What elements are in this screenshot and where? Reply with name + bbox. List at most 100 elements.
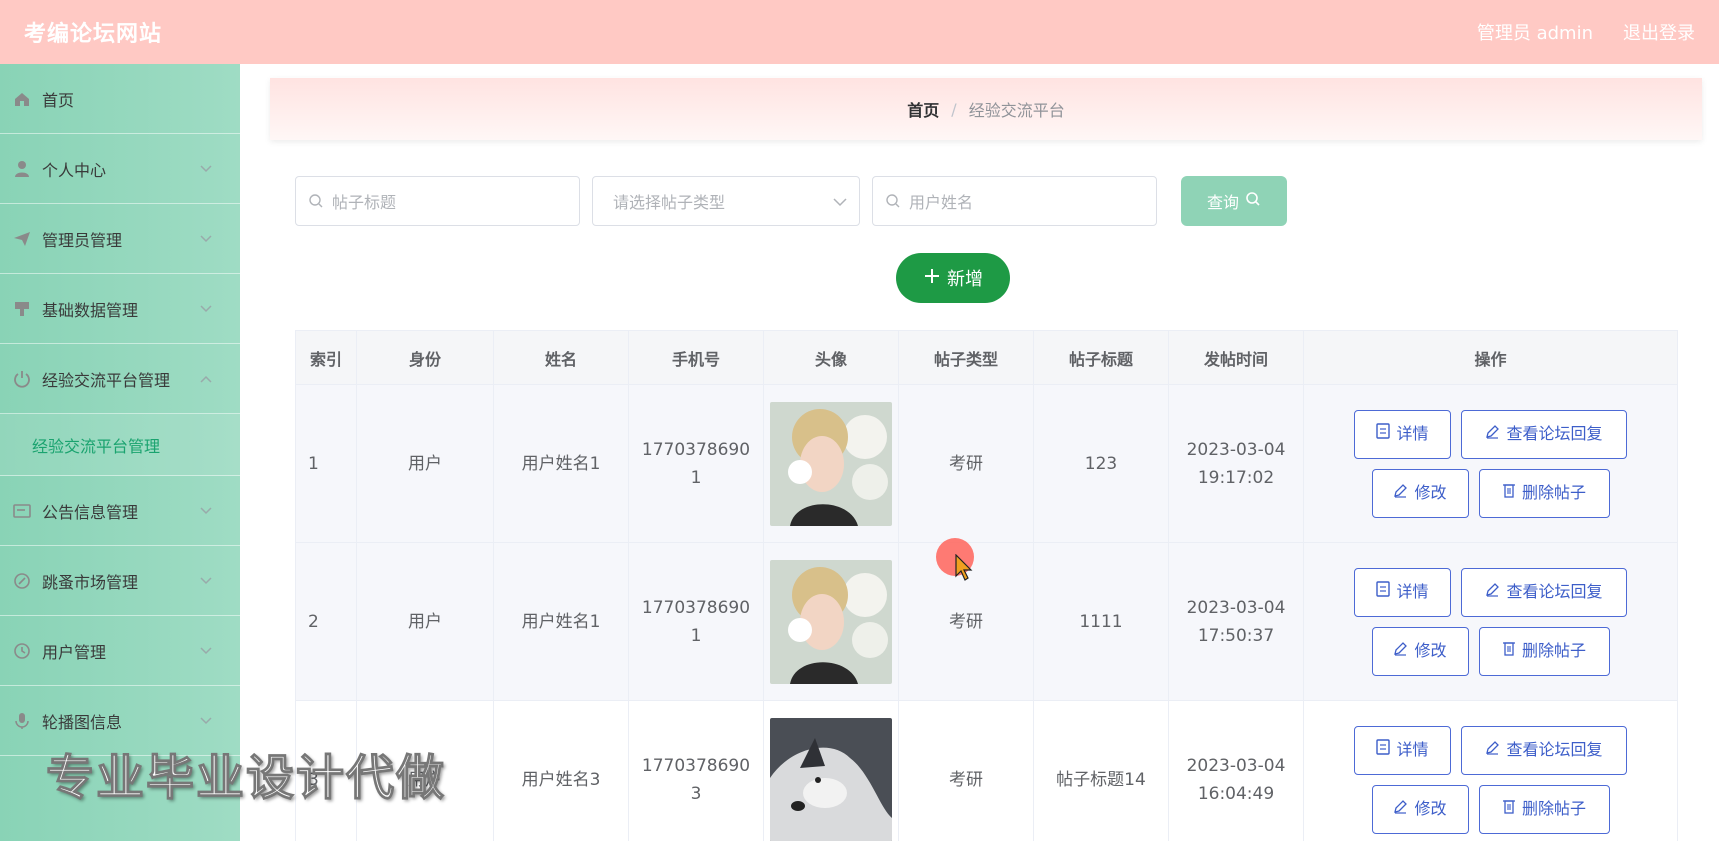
cell-title: 123 [1033,384,1169,543]
table-row: 1 用户 用户姓名1 1770378690 1 考研 123 2023-03-04… [295,384,1678,543]
date-text: 2023-03-04 [1186,755,1286,776]
col-header[interactable]: 身份 [356,330,494,385]
search-icon [885,193,901,209]
phone-line-2: 1 [690,467,702,488]
notice-icon [12,501,32,521]
chevron-down-icon [198,573,214,589]
col-header[interactable]: 手机号 [628,330,764,385]
edit-button[interactable]: 修改 [1371,626,1469,676]
post-type-select[interactable]: 请选择帖子类型 [592,176,860,226]
sidebar-subitem-label: 经验交流平台管理 [32,436,161,456]
logout-link[interactable]: 退出登录 [1623,19,1695,45]
sidebar-item-exchange[interactable]: 经验交流平台管理 [0,344,240,414]
table-row: 3 用户 用户姓名3 1770378690 3 考研 帖子标题14 2023-03… [295,700,1678,841]
post-title-search-input[interactable]: 帖子标题 [295,176,580,226]
sidebar-item-admin[interactable]: 管理员管理 [0,204,240,274]
cell-phone: 1770378690 1 [628,384,764,543]
detail-button[interactable]: 详情 [1354,409,1451,459]
sidebar-subitem-exchange[interactable]: 经验交流平台管理 [0,414,240,476]
edit-button[interactable]: 修改 [1371,468,1469,518]
cell-avatar [763,700,899,841]
user-name-search-input[interactable]: 用户姓名 [872,176,1157,226]
site-title: 考编论坛网站 [24,22,163,47]
cell-time: 2023-03-04 17:50:37 [1168,542,1304,701]
delete-post-button[interactable]: 删除帖子 [1478,784,1610,834]
header-right: 管理员 admin 退出登录 [1477,19,1695,45]
cell-time: 2023-03-04 19:17:02 [1168,384,1304,543]
avatar[interactable] [770,717,892,841]
sidebar-item-label: 经验交流平台管理 [42,370,171,390]
col-header[interactable]: 头像 [763,330,899,385]
breadcrumb-home[interactable]: 首页 [907,97,939,121]
col-header[interactable]: 姓名 [493,330,629,385]
col-header[interactable]: 帖子标题 [1033,330,1169,385]
detail-button[interactable]: 详情 [1354,725,1451,775]
add-button[interactable]: 新增 [896,253,1010,303]
sidebar-item-label: 用户管理 [42,642,107,662]
search-row: 帖子标题 请选择帖子类型 用户姓名 查询 [295,176,1287,226]
cell-title: 帖子标题14 [1033,700,1169,841]
clock-icon [12,641,32,661]
phone-line-1: 1770378690 [641,439,751,460]
cell-type: 考研 [898,384,1034,543]
detail-label: 详情 [1396,424,1429,443]
breadcrumb: 首页 / 经验交流平台 [270,78,1702,140]
view-replies-label: 查看论坛回复 [1506,582,1603,601]
send-icon [12,229,32,249]
post-type-placeholder: 请选择帖子类型 [613,193,726,212]
sidebar-item-market[interactable]: 跳蚤市场管理 [0,546,240,616]
cell-ops: 详情 查看论坛回复 修改 删除帖子 [1303,384,1678,543]
avatar[interactable] [770,559,892,684]
view-replies-button[interactable]: 查看论坛回复 [1461,725,1627,775]
col-header[interactable]: 发帖时间 [1168,330,1304,385]
edit-label: 修改 [1414,799,1447,818]
cell-avatar [763,384,899,543]
search-icon [308,193,324,209]
cell-phone: 1770378690 3 [628,700,764,841]
view-replies-label: 查看论坛回复 [1506,740,1603,759]
sidebar-item-label: 跳蚤市场管理 [42,572,139,592]
sidebar-item-notice[interactable]: 公告信息管理 [0,476,240,546]
delete-post-button[interactable]: 删除帖子 [1478,626,1610,676]
edit-button[interactable]: 修改 [1371,784,1469,834]
cell-avatar [763,542,899,701]
sidebar-item-users[interactable]: 用户管理 [0,616,240,686]
cell-title: 1111 [1033,542,1169,701]
avatar[interactable] [770,401,892,526]
sidebar-item-label: 管理员管理 [42,230,123,250]
cell-phone: 1770378690 1 [628,542,764,701]
chevron-down-icon [198,643,214,659]
col-header[interactable]: 帖子类型 [898,330,1034,385]
document-icon [1376,578,1391,606]
cell-index: 2 [295,542,357,701]
sidebar-item-home[interactable]: 首页 [0,64,240,134]
cell-time: 2023-03-04 16:04:49 [1168,700,1304,841]
detail-label: 详情 [1396,582,1429,601]
plus-icon [923,267,941,290]
sidebar-item-label: 基础数据管理 [42,300,139,320]
post-title-placeholder: 帖子标题 [332,193,397,212]
delete-label: 删除帖子 [1521,641,1586,660]
delete-label: 删除帖子 [1521,483,1586,502]
phone-line-1: 1770378690 [641,755,751,776]
col-header[interactable]: 索引 [295,330,357,385]
date-text: 2023-03-04 [1186,439,1286,460]
home-icon [12,89,32,109]
top-bar: 考编论坛网站 管理员 admin 退出登录 [0,0,1719,64]
view-replies-button[interactable]: 查看论坛回复 [1461,567,1627,617]
delete-post-button[interactable]: 删除帖子 [1478,468,1610,518]
time-text: 19:17:02 [1197,467,1275,488]
delete-label: 删除帖子 [1521,799,1586,818]
cell-role: 用户 [356,542,494,701]
sidebar-item-base-data[interactable]: 基础数据管理 [0,274,240,344]
mic-icon [12,711,32,731]
pencil-icon [1485,420,1500,448]
query-button[interactable]: 查询 [1181,176,1287,226]
sidebar-item-personal[interactable]: 个人中心 [0,134,240,204]
view-replies-button[interactable]: 查看论坛回复 [1461,409,1627,459]
cell-role: 用户 [356,384,494,543]
stamp-icon [12,299,32,319]
chevron-down-icon [198,503,214,519]
document-icon [1376,736,1391,764]
detail-button[interactable]: 详情 [1354,567,1451,617]
